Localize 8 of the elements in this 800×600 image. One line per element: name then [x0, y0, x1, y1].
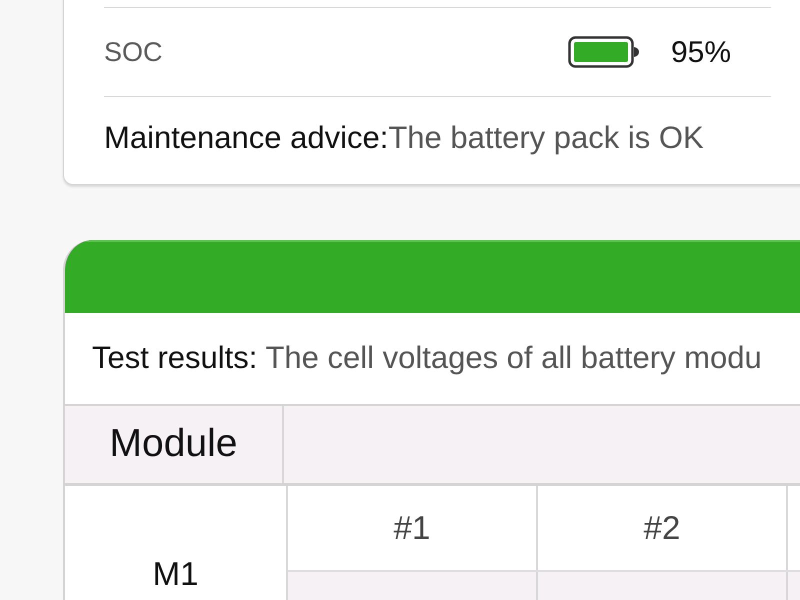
cell-number-header: #1 — [288, 486, 538, 570]
soc-value: 95% — [670, 34, 731, 70]
maintenance-advice-text: Maintenance advice:The battery pack is OK — [104, 119, 704, 158]
column-header: Module — [65, 406, 284, 483]
cell-number-header: #2 — [538, 486, 788, 570]
soc-label: SOC — [104, 36, 163, 69]
battery-icon — [568, 36, 640, 68]
test-results-text: Test results: The cell voltages of all battery modu — [92, 339, 762, 378]
